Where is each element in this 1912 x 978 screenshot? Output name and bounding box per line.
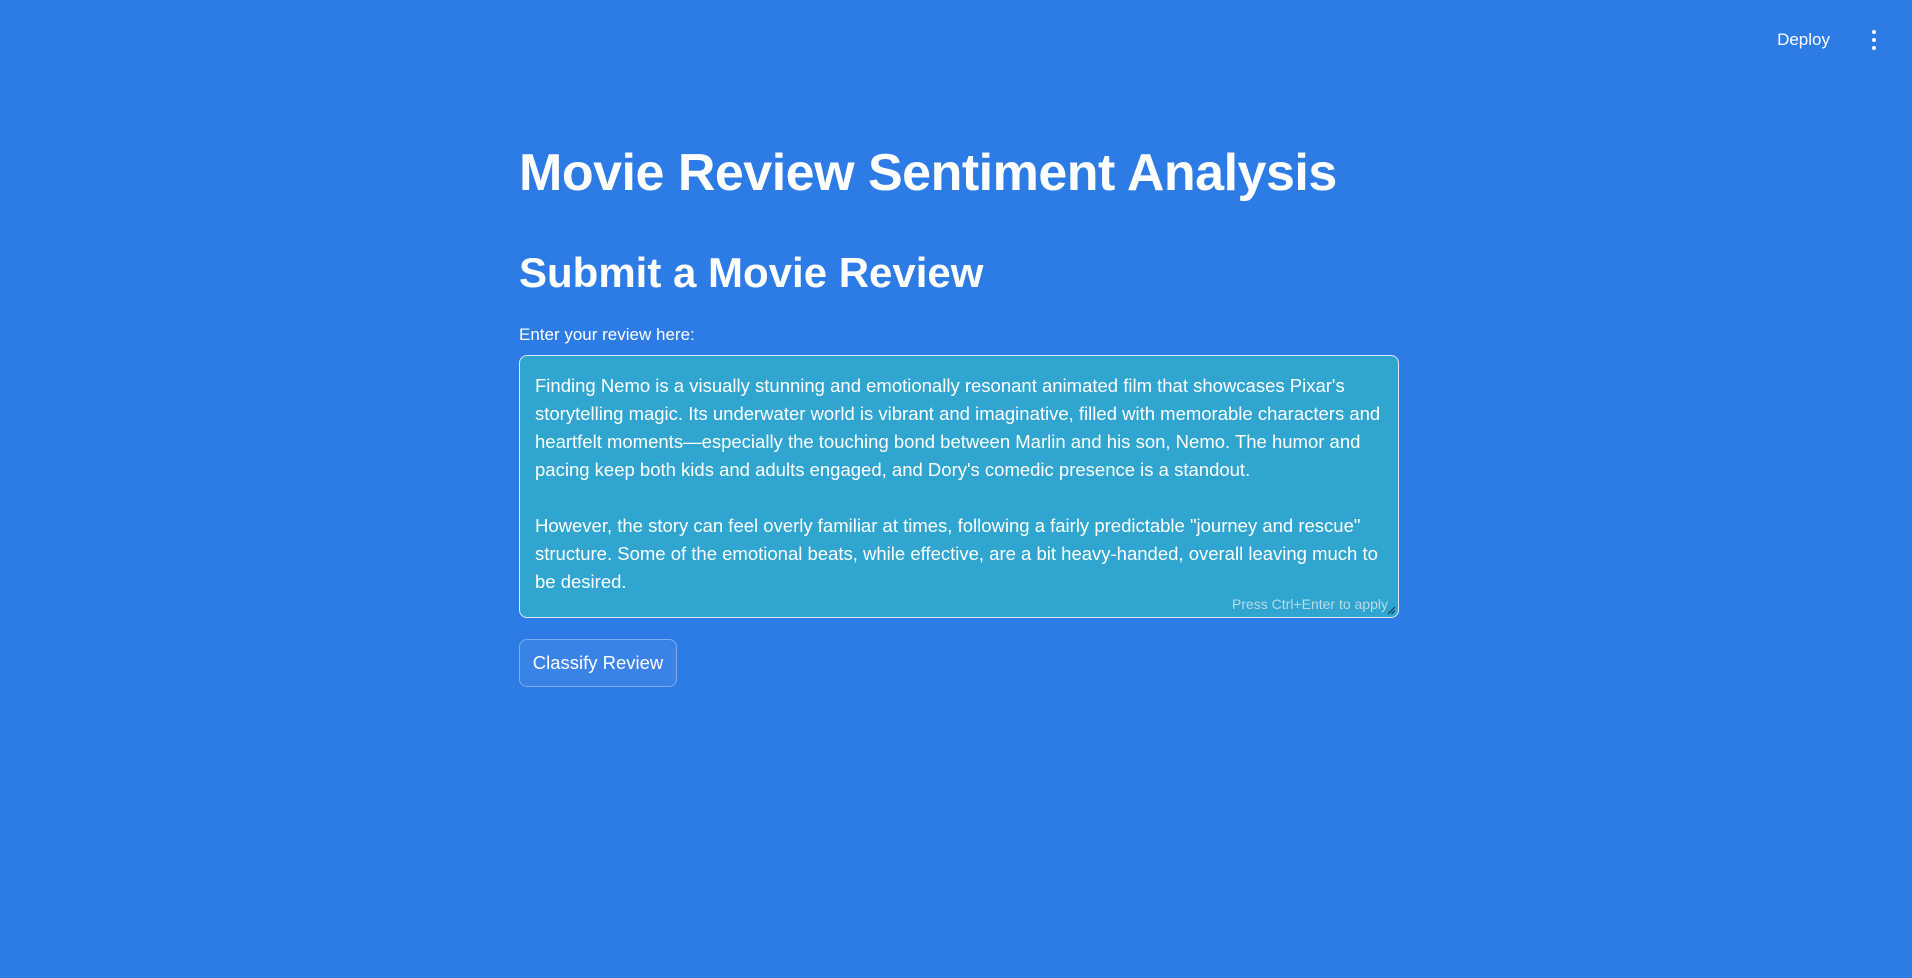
resize-handle-icon[interactable] (1386, 605, 1396, 615)
section-heading: Submit a Movie Review (519, 249, 984, 296)
deploy-button[interactable]: Deploy (1767, 24, 1840, 56)
kebab-menu-icon[interactable] (1862, 24, 1886, 56)
menu-dot (1872, 38, 1876, 42)
review-textarea[interactable]: Finding Nemo is a visually stunning and … (535, 372, 1385, 597)
review-field-label: Enter your review here: (519, 325, 695, 344)
classify-review-button[interactable]: Classify Review (519, 639, 677, 687)
apply-hint: Press Ctrl+Enter to apply (1231, 596, 1388, 612)
page-title: Movie Review Sentiment Analysis (519, 144, 1337, 202)
menu-dot (1872, 46, 1876, 50)
review-textarea-container: Finding Nemo is a visually stunning and … (519, 355, 1399, 618)
header-toolbar: Deploy (1767, 0, 1912, 80)
menu-dot (1872, 30, 1876, 34)
